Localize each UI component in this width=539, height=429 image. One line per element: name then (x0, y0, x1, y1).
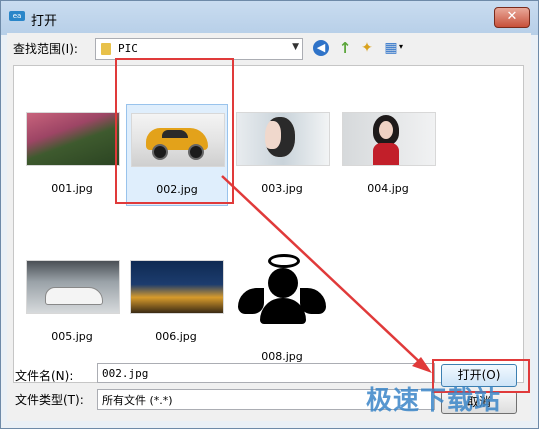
annotation-arrow (221, 175, 432, 373)
watermark-text: 极速下载站 (366, 386, 502, 416)
